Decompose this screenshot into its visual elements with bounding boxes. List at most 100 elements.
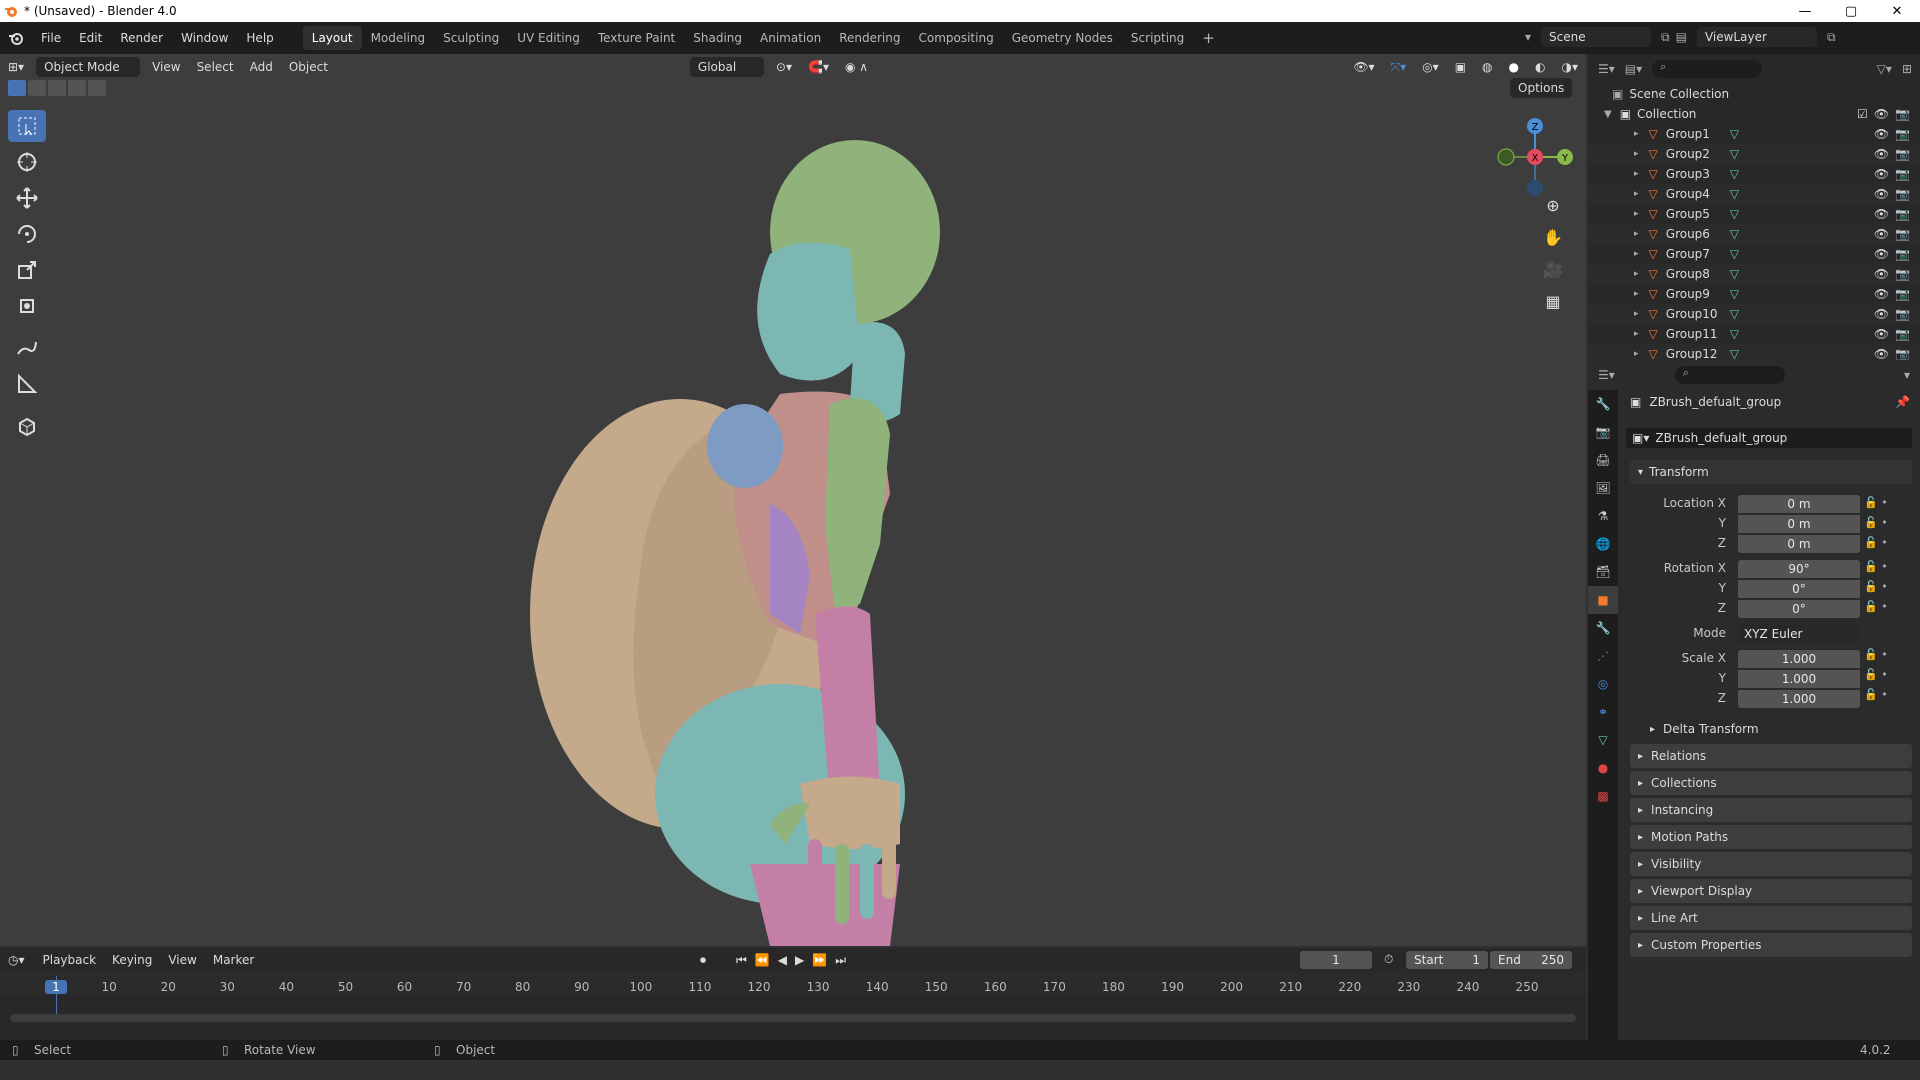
panel-viewport-display[interactable]: ▸ Viewport Display	[1630, 879, 1912, 903]
maximize-button[interactable]: ▢	[1828, 0, 1874, 22]
data-tab-icon[interactable]: ▽	[1588, 726, 1618, 754]
material-tab-icon[interactable]: ●	[1588, 754, 1618, 782]
perspective-grid-icon[interactable]: ▦	[1540, 292, 1566, 318]
expand-arrow-icon[interactable]: ▸	[1634, 229, 1639, 239]
view-layer-selector[interactable]: ViewLayer	[1696, 27, 1817, 47]
expand-arrow-icon[interactable]: ▸	[1634, 249, 1639, 259]
3d-viewport[interactable]: Z Y X ⊕ ✋ 🎥 ▦ Options	[0, 54, 1586, 946]
scene-collection-row[interactable]: ▣ Scene Collection	[1588, 84, 1920, 104]
timeline-editor-type-icon[interactable]: ◷▾	[8, 953, 25, 967]
outliner-editor-type-icon[interactable]: ☰▾	[1598, 62, 1615, 76]
rotation-mode-dropdown[interactable]: XYZ Euler	[1738, 625, 1860, 643]
gizmo-toggle-icon[interactable]: ⤧▾	[1383, 56, 1415, 78]
expand-arrow-icon[interactable]: ▸	[1634, 149, 1639, 159]
tab-uv-editing[interactable]: UV Editing	[508, 26, 589, 50]
properties-search-field[interactable]: ⌕	[1674, 366, 1785, 384]
rotation-z-field[interactable]: 0°	[1738, 600, 1860, 618]
render-camera-icon[interactable]: 📷	[1895, 267, 1910, 281]
menu-render[interactable]: Render	[111, 28, 172, 48]
scale-x-field[interactable]: 1.000	[1738, 650, 1860, 668]
visibility-eye-icon[interactable]: 👁	[1874, 267, 1889, 281]
measure-tool-icon[interactable]	[8, 368, 46, 400]
particles-tab-icon[interactable]: ⋰	[1588, 642, 1618, 670]
expand-arrow-icon[interactable]: ▸	[1634, 209, 1639, 219]
timeline-view-menu[interactable]: View	[160, 949, 204, 971]
new-collection-icon[interactable]: ⊞	[1902, 62, 1912, 76]
timeline-scrollbar[interactable]	[10, 1014, 1576, 1022]
minimize-button[interactable]: —	[1782, 0, 1828, 22]
new-view-layer-icon[interactable]: ⧉	[1827, 30, 1836, 45]
visibility-eye-icon[interactable]: 👁	[1874, 327, 1889, 341]
location-z-field[interactable]: 0 m	[1738, 535, 1860, 553]
play-icon[interactable]: ▶	[795, 953, 804, 968]
pin-icon[interactable]: 📌	[1895, 395, 1910, 409]
collection-tab-icon[interactable]: 🗃	[1588, 558, 1618, 586]
panel-relations[interactable]: ▸ Relations	[1630, 744, 1912, 768]
exclude-checkbox[interactable]: ☑	[1857, 107, 1868, 121]
outliner-item[interactable]: ▸ ▽ Group10 ▽ 👁 📷	[1588, 304, 1920, 324]
lock-location-z-icon[interactable]: 🔓 •	[1864, 536, 1888, 558]
outliner-item[interactable]: ▸ ▽ Group11 ▽ 👁 📷	[1588, 324, 1920, 344]
menu-file[interactable]: File	[32, 28, 70, 48]
next-keyframe-icon[interactable]: ⏩	[812, 953, 827, 968]
annotate-tool-icon[interactable]	[8, 332, 46, 364]
lock-scale-y-icon[interactable]: 🔓 •	[1864, 668, 1888, 686]
object-datablock-field[interactable]: ▣▾ ZBrush_defualt_group	[1626, 428, 1912, 448]
properties-editor-type-icon[interactable]: ☰▾	[1598, 368, 1615, 382]
scale-z-field[interactable]: 1.000	[1738, 690, 1860, 708]
visibility-eye-icon[interactable]: 👁	[1874, 247, 1889, 261]
tab-shading[interactable]: Shading	[684, 26, 751, 50]
texture-tab-icon[interactable]: ▩	[1588, 782, 1618, 810]
rendered-shading-icon[interactable]: ◑▾	[1554, 56, 1587, 78]
render-camera-icon[interactable]: 📷	[1895, 287, 1910, 301]
view-layer-icon[interactable]: ▤	[1676, 30, 1687, 44]
object-tab-icon[interactable]: ■	[1588, 586, 1618, 614]
select-intersect-icon[interactable]	[88, 80, 106, 96]
tab-sculpting[interactable]: Sculpting	[434, 26, 508, 50]
options-button[interactable]: Options	[1510, 78, 1573, 98]
scene-tab-icon[interactable]: ⚗	[1588, 502, 1618, 530]
render-camera-icon[interactable]: 📷	[1895, 207, 1910, 221]
physics-tab-icon[interactable]: ◎	[1588, 670, 1618, 698]
outliner-search-field[interactable]: ⌕	[1652, 60, 1763, 78]
play-reverse-icon[interactable]: ◀	[778, 953, 787, 968]
scale-y-field[interactable]: 1.000	[1738, 670, 1860, 688]
overlay-icon[interactable]: ◎▾	[1414, 56, 1447, 78]
panel-custom-properties[interactable]: ▸ Custom Properties	[1630, 933, 1912, 957]
lock-location-y-icon[interactable]: 🔓 •	[1864, 516, 1888, 534]
tool-tab-icon[interactable]: 🔧	[1588, 390, 1618, 418]
solid-shading-icon[interactable]: ●	[1501, 56, 1527, 78]
render-camera-icon[interactable]: 📷	[1895, 247, 1910, 261]
render-camera-icon[interactable]: 📷	[1895, 227, 1910, 241]
material-shading-icon[interactable]: ◐	[1527, 56, 1553, 78]
marker-menu[interactable]: Marker	[205, 949, 262, 971]
expand-arrow-icon[interactable]: ▸	[1634, 129, 1639, 139]
outliner-item[interactable]: ▸ ▽ Group3 ▽ 👁 📷	[1588, 164, 1920, 184]
preview-range-icon[interactable]: ⏱	[1384, 952, 1393, 967]
navigation-gizmo[interactable]: Z Y X	[1490, 112, 1580, 202]
cursor-tool-icon[interactable]	[8, 146, 46, 178]
proportional-edit-icon[interactable]: ◉ ∧	[837, 56, 876, 78]
render-camera-icon[interactable]: 📷	[1895, 187, 1910, 201]
close-button[interactable]: ✕	[1874, 0, 1920, 22]
menu-help[interactable]: Help	[237, 28, 282, 48]
render-tab-icon[interactable]: 📷	[1588, 418, 1618, 446]
panel-motion-paths[interactable]: ▸ Motion Paths	[1630, 825, 1912, 849]
modifier-tab-icon[interactable]: 🔧	[1588, 614, 1618, 642]
lock-scale-x-icon[interactable]: 🔓 •	[1864, 648, 1888, 666]
outliner-item[interactable]: ▸ ▽ Group5 ▽ 👁 📷	[1588, 204, 1920, 224]
visibility-eye-icon[interactable]: 👁	[1874, 207, 1889, 221]
select-new-icon[interactable]	[8, 80, 26, 96]
panel-collections[interactable]: ▸ Collections	[1630, 771, 1912, 795]
outliner-item[interactable]: ▸ ▽ Group8 ▽ 👁 📷	[1588, 264, 1920, 284]
select-box-tool-icon[interactable]	[8, 110, 46, 142]
visibility-eye-icon[interactable]: 👁	[1874, 227, 1889, 241]
camera-view-icon[interactable]: 🎥	[1540, 260, 1566, 286]
visibility-eye-icon[interactable]: 👁	[1874, 307, 1889, 321]
visibility-eye-icon[interactable]: 👁	[1874, 167, 1889, 181]
rotation-x-field[interactable]: 90°	[1738, 560, 1860, 578]
menu-select[interactable]: Select	[189, 56, 242, 78]
pivot-point-icon[interactable]: ⊙▾	[768, 56, 800, 78]
tab-animation[interactable]: Animation	[751, 26, 830, 50]
visibility-eye-icon[interactable]: 👁	[1874, 187, 1889, 201]
